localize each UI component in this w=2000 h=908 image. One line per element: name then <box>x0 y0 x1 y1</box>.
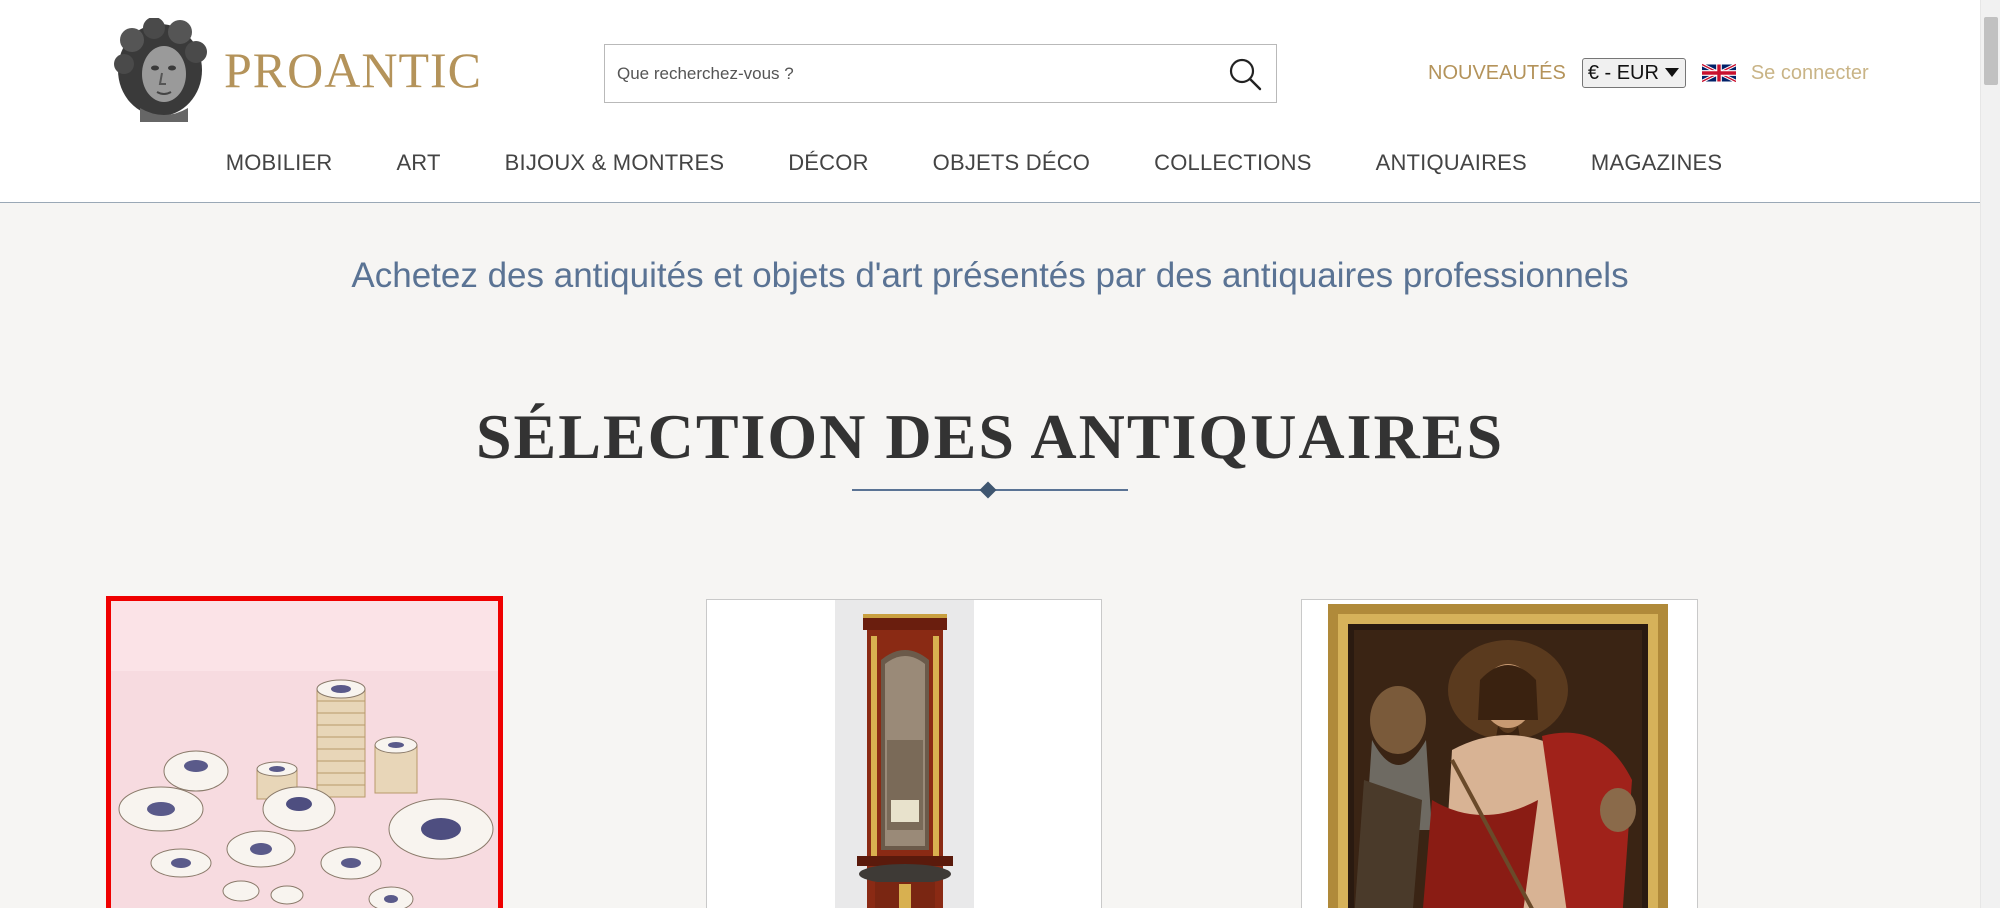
main-nav: MOBILIER ART BIJOUX & MONTRES DÉCOR OBJE… <box>0 150 1980 176</box>
site-logo[interactable]: PROANTIC <box>110 18 482 122</box>
search-icon <box>1229 58 1262 91</box>
product-card-mirror-console[interactable] <box>706 599 1102 908</box>
currency-select[interactable]: € - EUR <box>1581 58 1686 88</box>
site-tagline: Achetez des antiquités et objets d'art p… <box>351 256 1629 295</box>
mahogany-mirror-console-image <box>707 600 1101 908</box>
logo-bust-icon <box>114 18 207 122</box>
uk-flag-icon[interactable] <box>1701 61 1736 85</box>
site-header: PROANTIC NOUVEAUTÉS € - EUR Se connecter… <box>0 0 1980 203</box>
chevron-down-icon <box>1664 68 1679 77</box>
currency-value: € - EUR <box>1587 61 1659 84</box>
divider-diamond-icon <box>979 481 997 499</box>
nav-item-collections[interactable]: COLLECTIONS <box>1154 150 1311 176</box>
nav-item-bijoux-montres[interactable]: BIJOUX & MONTRES <box>505 150 725 176</box>
scrollbar-thumb[interactable] <box>1984 17 1998 85</box>
product-card-porcelain[interactable] <box>106 596 503 908</box>
nav-item-magazines[interactable]: MAGAZINES <box>1591 150 1722 176</box>
brand-name: PROANTIC <box>224 42 483 98</box>
nav-item-antiquaires[interactable]: ANTIQUAIRES <box>1376 150 1527 176</box>
porcelain-dinner-service-image <box>111 601 498 908</box>
login-link[interactable]: Se connecter <box>1751 62 1869 85</box>
search-button[interactable] <box>1228 57 1262 91</box>
nav-item-mobilier[interactable]: MOBILIER <box>226 150 333 176</box>
product-card-painting[interactable] <box>1301 599 1698 908</box>
nav-item-objets-deco[interactable]: OBJETS DÉCO <box>933 150 1090 176</box>
top-right-bar: NOUVEAUTÉS € - EUR Se connecter <box>1428 56 1869 90</box>
new-arrivals-link[interactable]: NOUVEAUTÉS <box>1428 62 1566 85</box>
nav-item-decor[interactable]: DÉCOR <box>788 150 868 176</box>
search-input[interactable] <box>605 45 1205 102</box>
page-scrollbar[interactable] <box>1980 0 2000 908</box>
ecce-homo-painting-image <box>1302 600 1697 908</box>
nav-item-art[interactable]: ART <box>396 150 440 176</box>
search-box <box>604 44 1277 103</box>
section-title: SÉLECTION DES ANTIQUAIRES <box>475 401 1505 472</box>
